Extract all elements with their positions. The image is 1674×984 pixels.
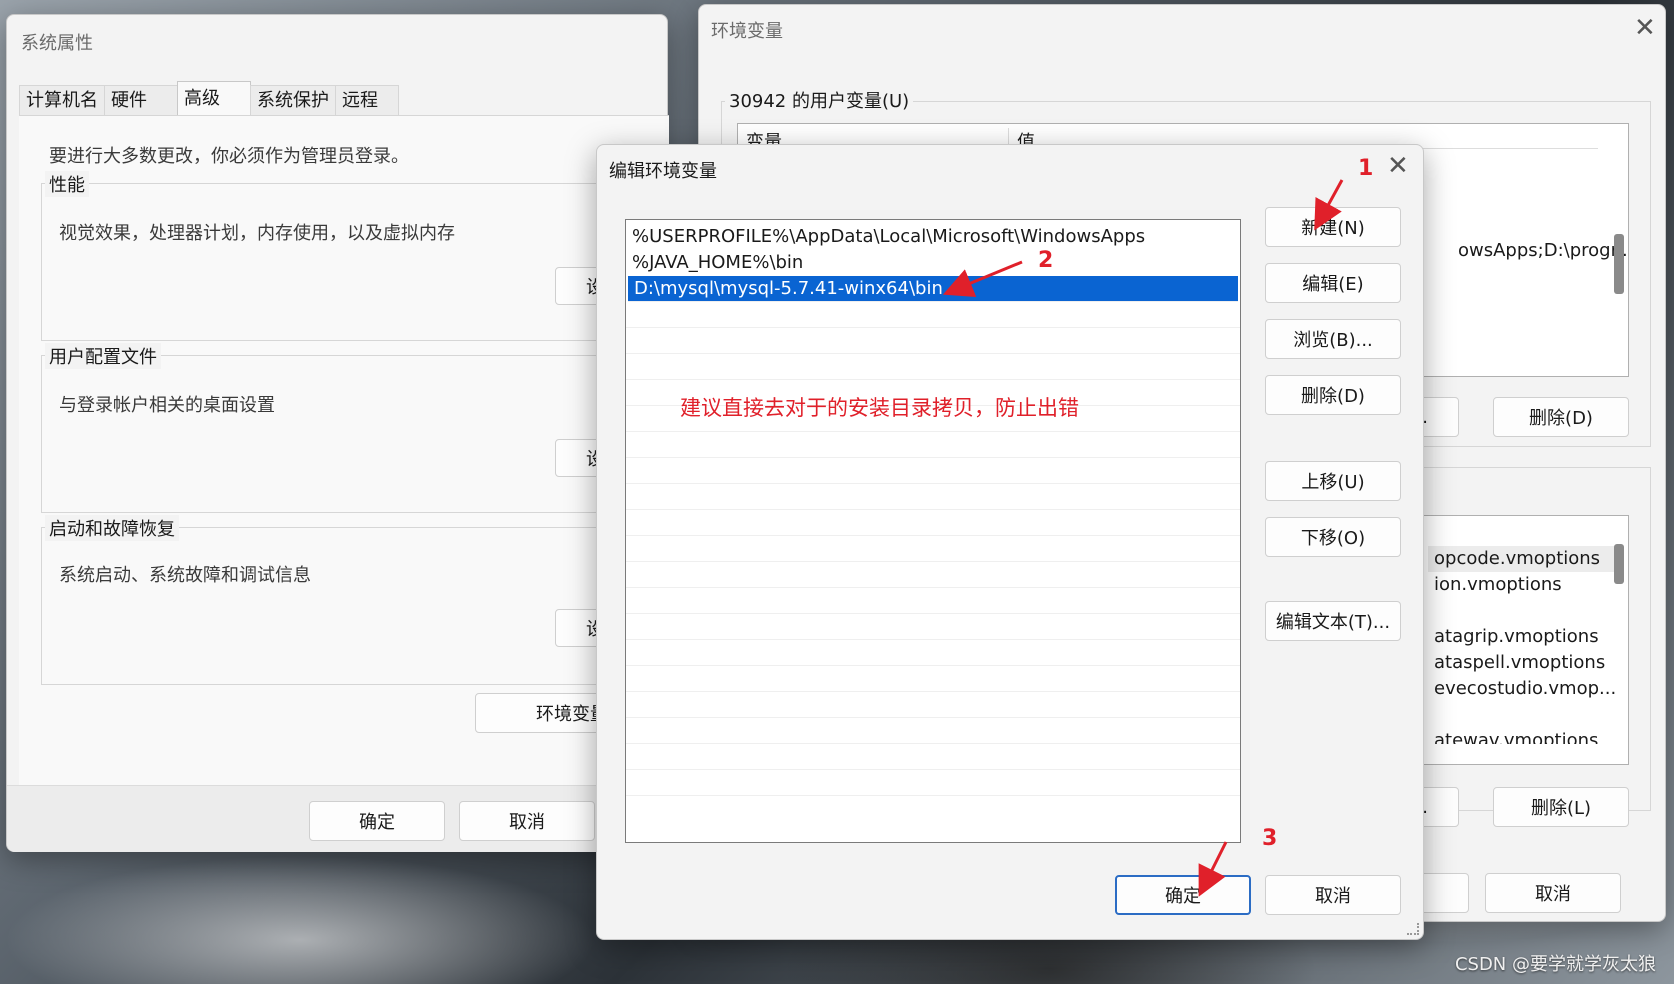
performance-group bbox=[41, 183, 671, 341]
cancel-button[interactable]: 取消 bbox=[1265, 875, 1401, 915]
close-icon[interactable]: ✕ bbox=[1634, 15, 1656, 41]
empty-row[interactable] bbox=[626, 588, 1240, 614]
watermark: CSDN @要学就学灰太狼 bbox=[1454, 954, 1656, 975]
tab-bar: 计算机名 硬件 高级 系统保护 远程 bbox=[19, 81, 399, 116]
list-item[interactable] bbox=[1428, 598, 1618, 624]
empty-row[interactable] bbox=[626, 510, 1240, 536]
path-entries-list[interactable]: %USERPROFILE%\AppData\Local\Microsoft\Wi… bbox=[625, 219, 1241, 843]
tab-advanced[interactable]: 高级 bbox=[177, 81, 251, 116]
env-cancel-button[interactable]: 取消 bbox=[1485, 873, 1621, 913]
close-icon[interactable]: ✕ bbox=[1387, 153, 1409, 179]
list-item[interactable]: evecostudio.vmop... bbox=[1428, 676, 1618, 702]
list-item[interactable]: atagrip.vmoptions bbox=[1428, 624, 1618, 650]
user-profiles-desc: 与登录帐户相关的桌面设置 bbox=[59, 395, 275, 416]
dialog-title: 编辑环境变量 bbox=[609, 161, 717, 182]
window-title: 系统属性 bbox=[21, 33, 93, 54]
tab-hardware[interactable]: 硬件 bbox=[104, 85, 178, 116]
new-button[interactable]: 新建(N) bbox=[1265, 207, 1401, 247]
performance-desc: 视觉效果，处理器计划，内存使用，以及虚拟内存 bbox=[59, 223, 455, 244]
empty-row[interactable] bbox=[626, 458, 1240, 484]
list-item[interactable]: opcode.vmoptions bbox=[1428, 546, 1618, 572]
empty-row[interactable] bbox=[626, 328, 1240, 354]
step-3-label: 3 bbox=[1262, 826, 1278, 851]
tab-computer-name[interactable]: 计算机名 bbox=[19, 85, 105, 116]
list-item[interactable]: ion.vmoptions bbox=[1428, 572, 1618, 598]
resize-grip-icon[interactable] bbox=[1407, 923, 1419, 935]
tab-system-protection[interactable]: 系统保护 bbox=[250, 85, 336, 116]
list-item[interactable]: atewav.vmoptions bbox=[1428, 728, 1618, 744]
move-down-button[interactable]: 下移(O) bbox=[1265, 517, 1401, 557]
performance-label: 性能 bbox=[45, 171, 89, 197]
user-vars-label: 30942 的用户变量(U) bbox=[725, 87, 914, 113]
empty-row[interactable] bbox=[626, 484, 1240, 510]
user-profiles-label: 用户配置文件 bbox=[45, 343, 161, 369]
system-ok-button[interactable]: 确定 bbox=[309, 801, 445, 841]
path-entry-selected[interactable]: D:\mysql\mysql-5.7.41-winx64\bin bbox=[628, 276, 1238, 302]
system-cancel-button[interactable]: 取消 bbox=[459, 801, 595, 841]
edit-env-dialog: 编辑环境变量 ✕ %USERPROFILE%\AppData\Local\Mic… bbox=[596, 144, 1424, 940]
empty-row[interactable] bbox=[626, 302, 1240, 328]
empty-row[interactable] bbox=[626, 562, 1240, 588]
edit-button[interactable]: 编辑(E) bbox=[1265, 263, 1401, 303]
path-entry[interactable]: %USERPROFILE%\AppData\Local\Microsoft\Wi… bbox=[626, 224, 1240, 250]
path-entry[interactable]: %JAVA_HOME%\bin bbox=[626, 250, 1240, 276]
startup-recovery-label: 启动和故障恢复 bbox=[45, 515, 179, 541]
delete-button[interactable]: 删除(D) bbox=[1265, 375, 1401, 415]
move-up-button[interactable]: 上移(U) bbox=[1265, 461, 1401, 501]
empty-row[interactable] bbox=[626, 640, 1240, 666]
empty-row[interactable] bbox=[626, 744, 1240, 770]
edit-text-button[interactable]: 编辑文本(T)... bbox=[1265, 601, 1401, 641]
list-item[interactable] bbox=[1428, 702, 1618, 728]
system-delete-button[interactable]: 删除(L) bbox=[1493, 787, 1629, 827]
empty-row[interactable] bbox=[626, 718, 1240, 744]
empty-row[interactable] bbox=[626, 770, 1240, 796]
system-properties-window: 系统属性 计算机名 硬件 高级 系统保护 远程 要进行大多数更改，你必须作为管理… bbox=[6, 14, 675, 852]
list-item[interactable]: ataspell.vmoptions bbox=[1428, 650, 1618, 676]
tab-remote[interactable]: 远程 bbox=[335, 85, 399, 116]
ok-button[interactable]: 确定 bbox=[1115, 875, 1251, 915]
system-vars-scrollbar[interactable] bbox=[1614, 544, 1624, 584]
admin-note: 要进行大多数更改，你必须作为管理员登录。 bbox=[49, 146, 409, 167]
user-var-row-path[interactable]: owsApps;D:\progr... bbox=[1458, 240, 1628, 261]
startup-recovery-group bbox=[41, 527, 671, 685]
empty-row[interactable] bbox=[626, 666, 1240, 692]
empty-row[interactable] bbox=[626, 536, 1240, 562]
empty-row[interactable] bbox=[626, 354, 1240, 380]
window-title: 环境变量 bbox=[711, 21, 783, 42]
step-2-label: 2 bbox=[1038, 248, 1054, 273]
system-vars-values: opcode.vmoptions ion.vmoptions atagrip.v… bbox=[1428, 546, 1618, 744]
step-1-label: 1 bbox=[1358, 156, 1374, 181]
empty-row[interactable] bbox=[626, 614, 1240, 640]
annotation-note: 建议直接去对于的安装目录拷贝，防止出错 bbox=[680, 396, 1079, 420]
empty-row[interactable] bbox=[626, 692, 1240, 718]
user-vars-scrollbar[interactable] bbox=[1614, 234, 1624, 294]
browse-button[interactable]: 浏览(B)... bbox=[1265, 319, 1401, 359]
user-delete-button[interactable]: 删除(D) bbox=[1493, 397, 1629, 437]
user-profiles-group bbox=[41, 355, 671, 513]
startup-recovery-desc: 系统启动、系统故障和调试信息 bbox=[59, 565, 311, 586]
empty-row[interactable] bbox=[626, 432, 1240, 458]
